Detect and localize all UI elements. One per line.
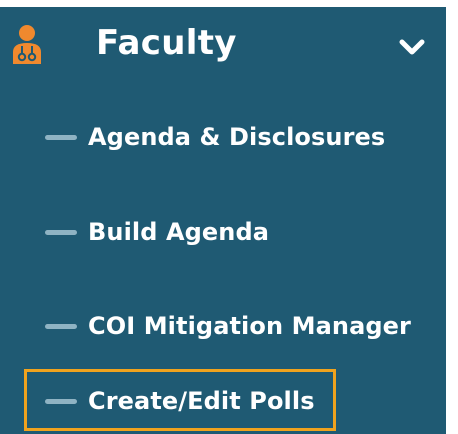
menu-item-coi-mitigation-manager[interactable]: COI Mitigation Manager: [0, 296, 446, 356]
faculty-menu-header[interactable]: Faculty: [0, 7, 446, 85]
menu-item-agenda-disclosures[interactable]: Agenda & Disclosures: [0, 107, 446, 167]
menu-item-label: Agenda & Disclosures: [88, 123, 386, 151]
dash-icon: [45, 230, 77, 235]
menu-item-build-agenda[interactable]: Build Agenda: [0, 202, 446, 262]
menu-item-label: COI Mitigation Manager: [88, 312, 411, 340]
menu-title: Faculty: [96, 23, 237, 63]
faculty-menu: Faculty Agenda & Disclosures Build Agend…: [0, 7, 446, 434]
menu-item-create-edit-polls[interactable]: Create/Edit Polls: [0, 369, 446, 431]
dash-icon: [45, 135, 77, 140]
chevron-down-icon[interactable]: [394, 33, 430, 61]
dash-icon: [45, 399, 77, 404]
dash-icon: [45, 324, 77, 329]
menu-item-label: Create/Edit Polls: [88, 387, 315, 415]
faculty-doctor-icon: [12, 24, 42, 64]
menu-item-label: Build Agenda: [88, 218, 270, 246]
